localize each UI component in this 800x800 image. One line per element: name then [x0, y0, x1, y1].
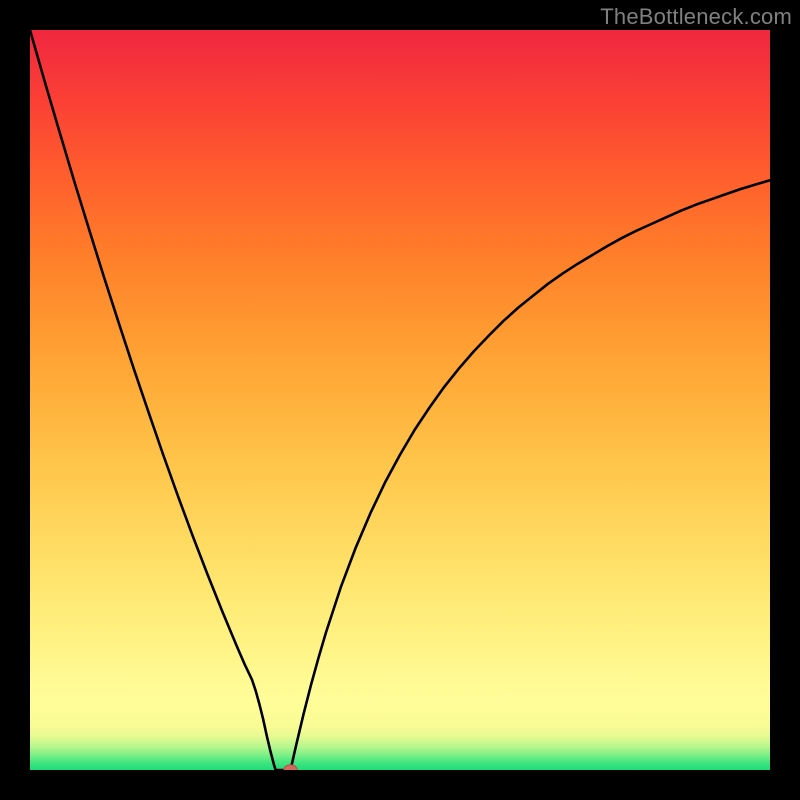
- gradient-background: [30, 30, 770, 696]
- watermark-text: TheBottleneck.com: [600, 4, 792, 30]
- green-yellow-band: [30, 696, 770, 770]
- chart-frame: TheBottleneck.com: [0, 0, 800, 800]
- bottleneck-chart: [30, 30, 770, 770]
